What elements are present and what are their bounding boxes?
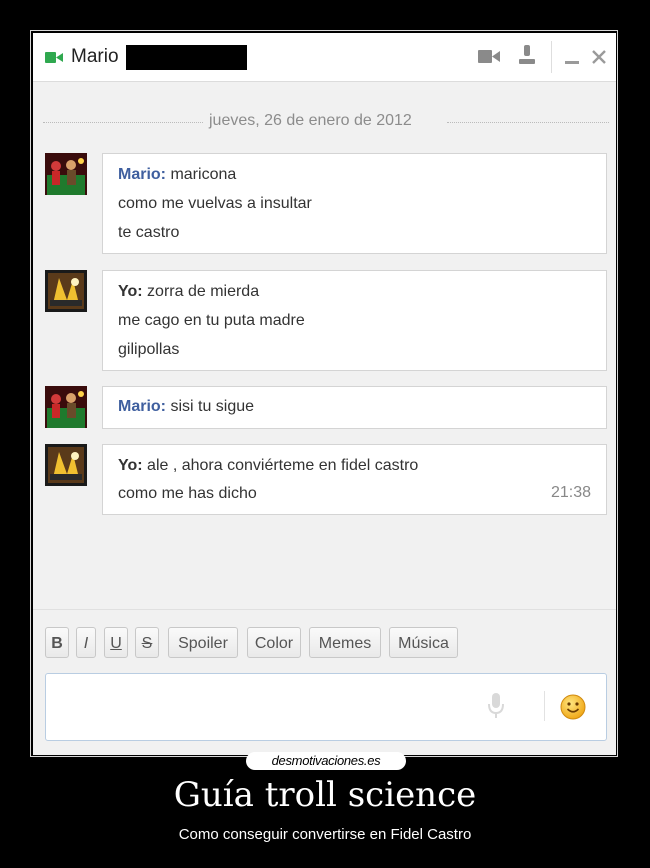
avatar-mario[interactable] [45, 153, 87, 195]
video-camera-icon [45, 52, 63, 63]
message-line: Yo: ale , ahora conviérteme en fidel cas… [118, 457, 418, 475]
message-bubble: Yo: zorra de mierda me cago en tu puta m… [102, 270, 607, 371]
message-line: Mario: maricona [118, 166, 236, 184]
input-divider [544, 691, 545, 721]
strikethrough-button[interactable]: S [135, 627, 159, 658]
close-icon[interactable] [592, 50, 606, 64]
color-button[interactable]: Color [247, 627, 301, 658]
message-line: Mario: sisi tu sigue [118, 398, 254, 416]
add-person-icon[interactable] [519, 45, 535, 67]
avatar-yo[interactable] [45, 444, 87, 486]
smiley-icon[interactable] [560, 694, 586, 720]
contact-name: Mario [71, 46, 119, 67]
message-text: zorra de mierda [147, 283, 260, 300]
compose-area: B I U S Spoiler Color Memes Música [33, 609, 616, 755]
date-separator: jueves, 26 de enero de 2012 [43, 111, 609, 133]
message-text: ale , ahora conviérteme en fidel castro [147, 457, 419, 474]
memes-button[interactable]: Memes [309, 627, 381, 658]
underline-button[interactable]: U [104, 627, 128, 658]
microphone-icon[interactable] [486, 692, 506, 720]
message-line: te castro [118, 224, 180, 241]
message-bubble: Mario: maricona como me vuelvas a insult… [102, 153, 607, 254]
spoiler-button[interactable]: Spoiler [168, 627, 238, 658]
message-sender: Yo: [118, 457, 143, 474]
watermark-label: desmotivaciones.es [246, 752, 406, 770]
chat-titlebar: Mario [33, 33, 616, 82]
message-bubble: Mario: sisi tu sigue [102, 386, 607, 429]
date-separator-line-left [43, 122, 203, 123]
message-line: como me vuelvas a insultar [118, 195, 312, 212]
redacted-surname [126, 45, 247, 70]
chat-window: Mario jueves, 26 de enero de 2012 Mario:… [33, 33, 616, 755]
bold-button[interactable]: B [45, 627, 69, 658]
message-line: Yo: zorra de mierda [118, 283, 259, 301]
italic-button[interactable]: I [76, 627, 96, 658]
message-line: me cago en tu puta madre [118, 312, 305, 329]
message-input[interactable] [45, 673, 607, 741]
music-button[interactable]: Música [389, 627, 458, 658]
message-sender: Mario: [118, 166, 166, 183]
message-timestamp: 21:38 [550, 484, 591, 501]
message-text: sisi tu sigue [170, 398, 255, 415]
avatar-yo[interactable] [45, 270, 87, 312]
message-sender: Mario: [118, 398, 166, 415]
date-separator-line-right [447, 122, 609, 123]
poster-title: Guía troll science [173, 775, 477, 815]
titlebar-divider [551, 41, 552, 73]
minimize-icon[interactable] [565, 61, 579, 65]
video-call-icon[interactable] [478, 50, 500, 63]
message-line: como me has dicho [118, 485, 257, 502]
poster-subtitle: Como conseguir convertirse en Fidel Cast… [178, 826, 472, 843]
message-line: gilipollas [118, 341, 180, 358]
message-bubble: Yo: ale , ahora conviérteme en fidel cas… [102, 444, 607, 515]
message-text: maricona [170, 166, 237, 183]
date-label: jueves, 26 de enero de 2012 [205, 112, 416, 130]
avatar-mario[interactable] [45, 386, 87, 428]
message-sender: Yo: [118, 283, 143, 300]
